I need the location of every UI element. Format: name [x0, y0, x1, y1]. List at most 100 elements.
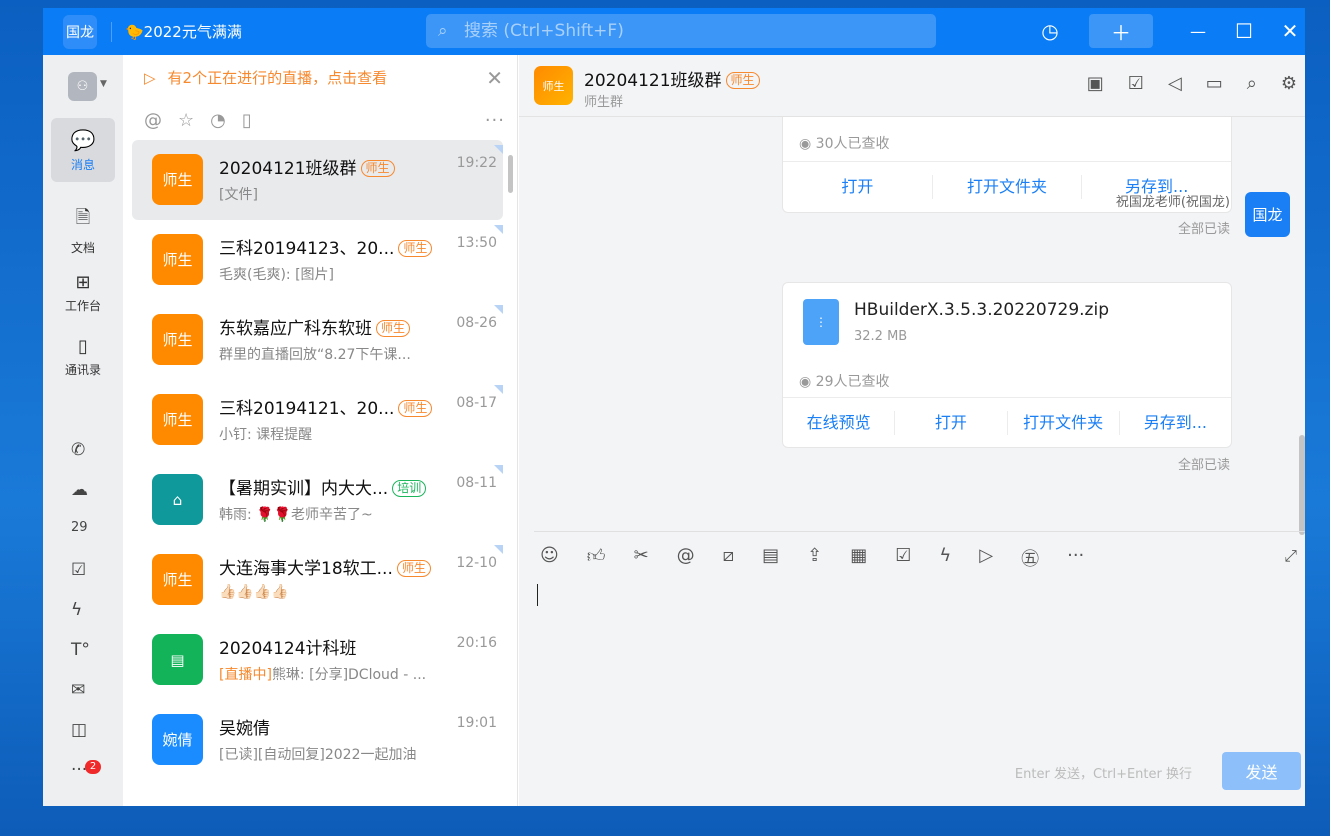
- maximize-button[interactable]: ☐: [1229, 14, 1259, 48]
- nav-item-contacts[interactable]: ▯ 通讯录: [51, 325, 115, 389]
- add-button[interactable]: ＋: [1089, 14, 1153, 48]
- at-icon[interactable]: @: [144, 110, 162, 131]
- conversation-item[interactable]: ▤ 20204124计科班 20:16 [直播中]熊琳: [分享]DCloud …: [132, 620, 503, 700]
- conversation-item[interactable]: ⌂ 【暑期实训】内大大... 培训 08-11 韩雨: 🌹🌹老师辛苦了~: [132, 460, 503, 540]
- proofread-icon[interactable]: ㊄: [1021, 545, 1039, 571]
- preview-text: 小钉: 课程提醒: [219, 427, 313, 443]
- title-bar: 国龙 🐤2022元气满满 ⌕ 搜索 (Ctrl+Shift+F) ◷ ＋ — ☐ …: [43, 8, 1305, 55]
- at-icon[interactable]: @: [677, 545, 695, 571]
- chat-title-text: 20204121班级群: [584, 71, 722, 91]
- group-tag: 培训: [392, 480, 427, 497]
- open-button[interactable]: 打开: [895, 410, 1008, 435]
- text-icon[interactable]: T°: [71, 640, 90, 660]
- conversation-item[interactable]: 婉倩 吴婉倩 19:01 [已读][自动回复]2022一起加油: [132, 700, 503, 780]
- chevron-down-icon[interactable]: ▼: [100, 79, 107, 89]
- close-button[interactable]: ✕: [1275, 14, 1305, 48]
- divider: [111, 22, 112, 42]
- read-status[interactable]: 全部已读: [1178, 454, 1230, 473]
- org-switcher-icon[interactable]: ⚇: [68, 72, 97, 101]
- phone-icon[interactable]: ✆: [71, 440, 85, 460]
- conversation-item[interactable]: 师生 三科20194121、20... 师生 08-17 小钉: 课程提醒: [132, 380, 503, 460]
- scrollbar[interactable]: [1299, 435, 1305, 535]
- conversation-item[interactable]: 师生 东软嘉应广科东软班 师生 08-26 群里的直播回放“8.27下午课...: [132, 300, 503, 380]
- star-icon[interactable]: ☆: [178, 110, 194, 131]
- more-icon[interactable]: ···: [485, 110, 505, 131]
- file-name[interactable]: HBuilderX.3.5.3.20220729.zip: [854, 300, 1109, 320]
- search-history-icon[interactable]: ⌕: [1247, 73, 1257, 94]
- calendar-icon[interactable]: 29: [71, 520, 88, 535]
- sender-avatar[interactable]: 国龙: [1245, 192, 1290, 237]
- todo-icon[interactable]: ☑: [71, 560, 86, 580]
- message-input[interactable]: [537, 584, 538, 606]
- close-icon[interactable]: ✕: [486, 66, 503, 90]
- conversation-item[interactable]: 师生 三科20194123、20... 师生 13:50 毛爽(毛爽): [图片]: [132, 220, 503, 300]
- todo-icon[interactable]: ☑: [895, 545, 911, 571]
- preview-text: 毛爽(毛爽): [图片]: [219, 267, 335, 283]
- user-avatar[interactable]: 国龙: [63, 15, 97, 49]
- open-folder-button[interactable]: 打开文件夹: [933, 174, 1083, 199]
- conversation-preview: 👍🏻👍🏻👍🏻👍🏻: [219, 584, 289, 600]
- conversation-preview: 小钉: 课程提醒: [219, 424, 312, 444]
- send-button[interactable]: 发送: [1222, 752, 1301, 790]
- speaker-icon[interactable]: ◁: [1168, 73, 1182, 94]
- settings-icon[interactable]: ⚙: [1281, 73, 1297, 94]
- group-tag: 师生: [398, 400, 433, 417]
- calendar-icon[interactable]: ▦: [850, 545, 867, 571]
- todo-icon[interactable]: ☑: [1128, 73, 1144, 94]
- more-icon[interactable]: ···: [1067, 545, 1084, 571]
- conversation-preview: [已读][自动回复]2022一起加油: [219, 744, 416, 764]
- conversation-time: 08-26: [456, 315, 497, 331]
- file-message: ⋮ HBuilderX.3.5.3.20220729.zip 32.2 MB ◉…: [782, 282, 1232, 448]
- seen-count[interactable]: ◉ 29人已查收: [783, 371, 890, 391]
- expand-icon[interactable]: ⤢: [1284, 546, 1297, 566]
- folder-icon[interactable]: ▭: [1206, 73, 1223, 94]
- clock-icon[interactable]: ◔: [210, 110, 226, 131]
- nav-item-workbench[interactable]: ⊞ 工作台: [51, 261, 115, 325]
- chat-title: 20204121班级群 师生: [584, 66, 760, 91]
- more-badge: 2: [85, 760, 101, 774]
- document-icon: 🗎: [75, 206, 91, 228]
- live-banner[interactable]: ▷ 有2个正在进行的直播，点击查看 ✕: [124, 55, 517, 100]
- conversation-item[interactable]: 师生 20204121班级群 师生 19:22 [文件]: [132, 140, 503, 220]
- emoji-icon[interactable]: ☺: [540, 545, 559, 571]
- conversation-name: 三科20194121、20... 师生: [219, 394, 433, 419]
- send-hint: Enter 发送，Ctrl+Enter 换行: [1014, 767, 1192, 782]
- minimize-button[interactable]: —: [1183, 14, 1213, 48]
- save-as-button[interactable]: 另存到...: [1120, 411, 1231, 435]
- banner-text: 有2个正在进行的直播，点击查看: [167, 69, 388, 87]
- nav-item-messages[interactable]: 💬 消息: [51, 118, 115, 182]
- chat-panel: 师生 20204121班级群 师生 师生群 ▣ ☑ ◁ ▭ ⌕ ⚙ ◉ 30人已查收 打开打…: [519, 55, 1305, 806]
- seen-text: 29人已查收: [815, 374, 890, 390]
- user-status[interactable]: 🐤2022元气满满: [125, 21, 242, 42]
- thumbs-up-icon[interactable]: 👍︎: [587, 545, 606, 571]
- read-status[interactable]: 全部已读: [1178, 218, 1230, 237]
- name-text: 【暑期实训】内大大...: [219, 479, 389, 499]
- mail-icon[interactable]: ✉: [71, 680, 85, 700]
- slash-icon[interactable]: ⧄: [723, 545, 734, 571]
- conversation-item[interactable]: 师生 大连海事大学18软工... 师生 12-10 👍🏻👍🏻👍🏻👍🏻: [132, 540, 503, 620]
- nav-item-docs[interactable]: 🗎 文档: [51, 198, 115, 262]
- ding-icon[interactable]: ϟ: [939, 545, 951, 571]
- open-button[interactable]: 打开: [783, 174, 933, 199]
- conversation-time: 19:01: [456, 715, 497, 731]
- live-icon[interactable]: ▣: [1087, 73, 1104, 94]
- add-doc-icon[interactable]: ▤: [762, 545, 779, 571]
- upload-icon[interactable]: ⇪: [807, 545, 822, 571]
- open-folder-button[interactable]: 打开文件夹: [1008, 410, 1120, 435]
- history-icon[interactable]: ◷: [1033, 14, 1067, 48]
- cloud-icon[interactable]: ☁: [71, 480, 88, 500]
- live-icon[interactable]: ▷: [979, 545, 993, 571]
- seen-text: 30人已查收: [815, 136, 890, 152]
- name-text: 吴婉倩: [219, 719, 270, 739]
- memo-icon[interactable]: ▯: [242, 110, 252, 131]
- group-avatar[interactable]: 师生: [534, 66, 573, 105]
- pinned-marker: [494, 305, 503, 314]
- ding-icon[interactable]: ϟ: [71, 600, 82, 620]
- search-input[interactable]: ⌕ 搜索 (Ctrl+Shift+F): [426, 14, 936, 48]
- conversation-time: 12-10: [456, 555, 497, 571]
- preview-button[interactable]: 在线预览: [783, 410, 896, 435]
- scrollbar[interactable]: [508, 155, 513, 193]
- apps-icon[interactable]: ◫: [71, 720, 87, 740]
- seen-count[interactable]: ◉ 30人已查收: [783, 117, 1231, 161]
- scissors-icon[interactable]: ✂: [634, 545, 649, 571]
